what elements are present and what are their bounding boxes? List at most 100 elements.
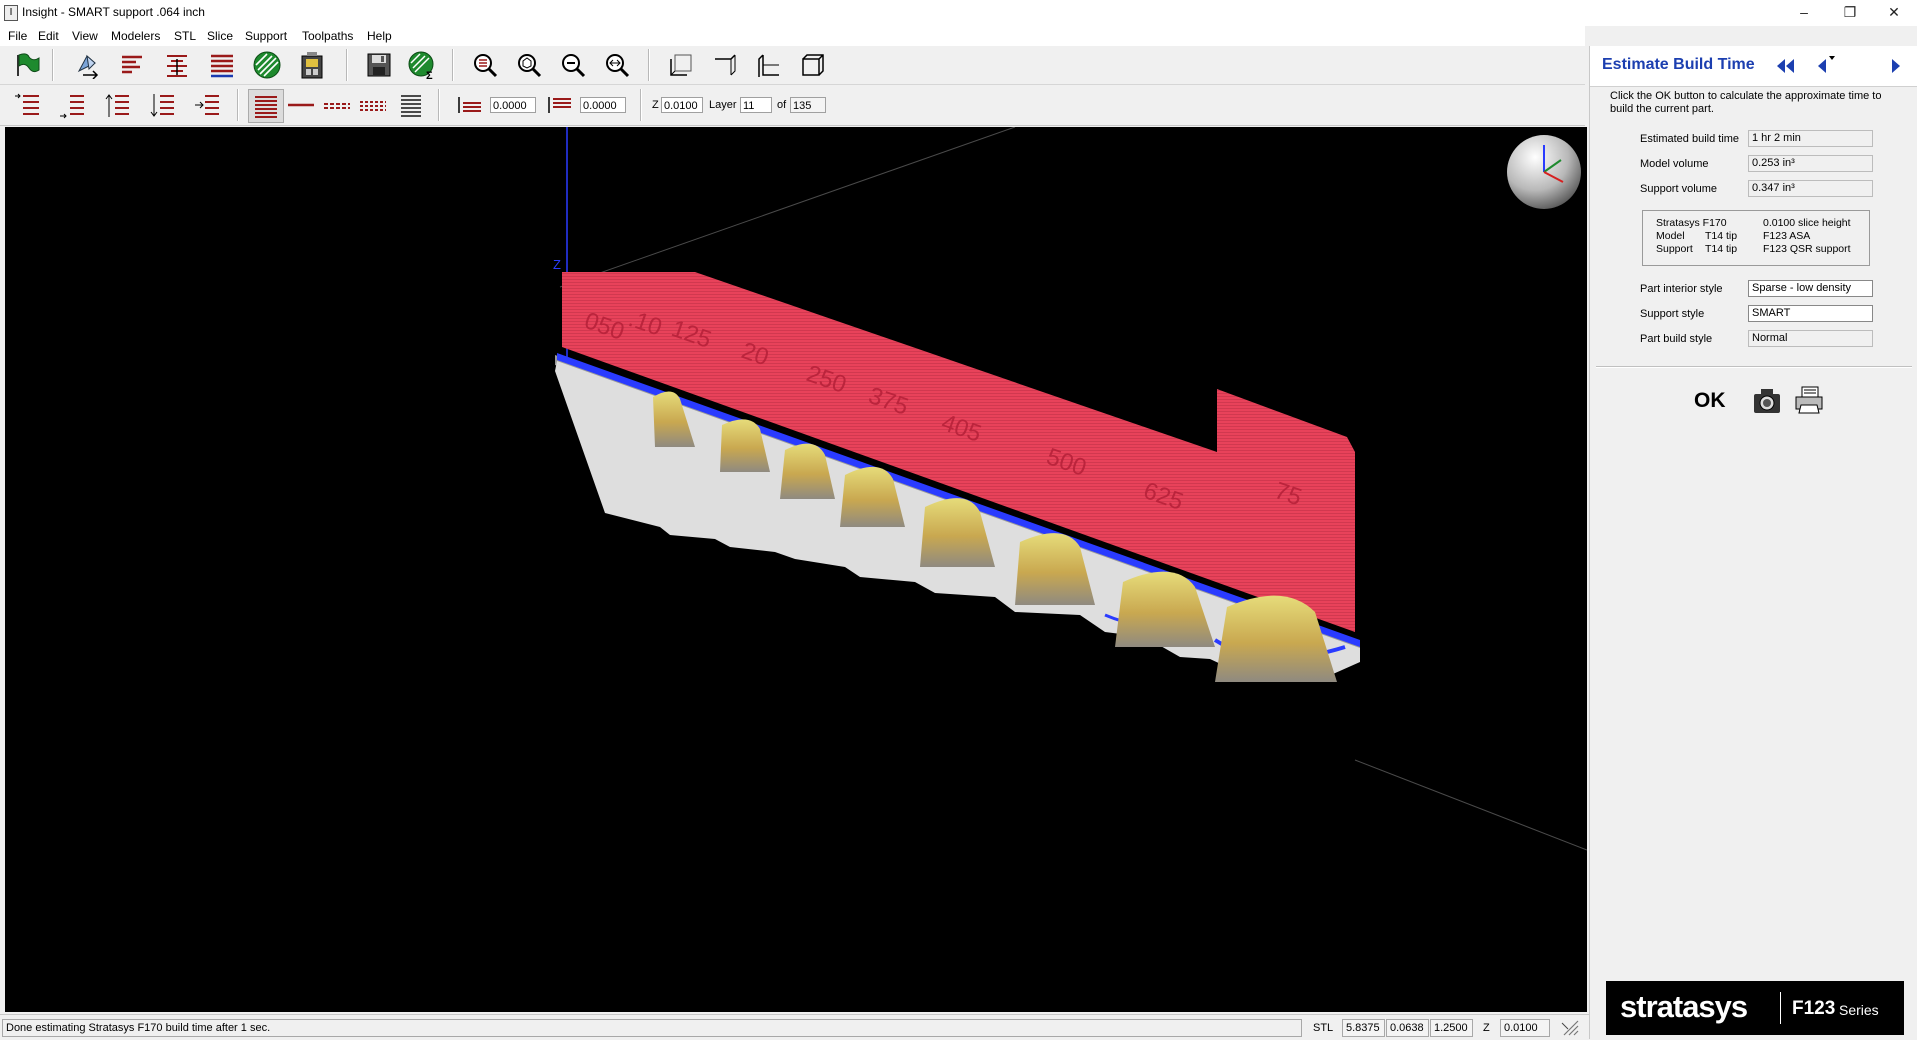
forward-icon[interactable] bbox=[1882, 54, 1908, 78]
minimize-button[interactable]: – bbox=[1781, 0, 1827, 26]
camera-icon[interactable] bbox=[1750, 383, 1784, 417]
offset-b-field[interactable]: 0.0000 bbox=[580, 97, 626, 113]
status-bar: Done estimating Stratasys F170 build tim… bbox=[0, 1014, 1589, 1040]
view-front-icon[interactable] bbox=[664, 49, 698, 81]
slice-curves-icon[interactable] bbox=[115, 49, 149, 81]
3d-viewport[interactable]: Z 050 .10 125 20 250 375 405 500 625 75 bbox=[5, 127, 1587, 1012]
toolpaths-icon[interactable] bbox=[205, 49, 239, 81]
show-layer-below-icon[interactable] bbox=[356, 89, 390, 121]
status-message: Done estimating Stratasys F170 build tim… bbox=[2, 1019, 1302, 1037]
size-z-field: 1.2500 bbox=[1430, 1019, 1473, 1037]
panel-header: Estimate Build Time bbox=[1590, 46, 1917, 87]
printer-pack-icon[interactable] bbox=[295, 49, 329, 81]
window-title: Insight - SMART support .064 inch bbox=[22, 5, 205, 19]
toolbar-separator bbox=[346, 49, 348, 81]
menu-file[interactable]: File bbox=[8, 29, 27, 43]
model-tip: T14 tip bbox=[1705, 230, 1738, 242]
resize-grip-icon[interactable] bbox=[1560, 1019, 1580, 1037]
support-label: Support bbox=[1656, 243, 1693, 255]
offset-a-field[interactable]: 0.0000 bbox=[490, 97, 536, 113]
menu-support[interactable]: Support bbox=[245, 29, 287, 43]
estimated-build-time-field: 1 hr 2 min bbox=[1748, 130, 1873, 147]
layer-label: Layer bbox=[709, 99, 737, 111]
x-axis-line bbox=[1354, 759, 1587, 851]
generate-toolpaths-icon[interactable] bbox=[250, 49, 284, 81]
layer-down-icon[interactable] bbox=[145, 89, 179, 121]
layer-toolbar: 0.0000 0.0000 Z 0.0100 Layer 11 of 135 bbox=[0, 85, 1585, 126]
model-label: Model bbox=[1656, 230, 1685, 242]
ok-button[interactable]: OK bbox=[1694, 389, 1726, 413]
of-label: of bbox=[777, 99, 787, 111]
slice-height: 0.0100 slice height bbox=[1763, 217, 1851, 229]
panel-title: Estimate Build Time bbox=[1602, 56, 1755, 73]
show-all-layers-icon[interactable] bbox=[248, 89, 284, 123]
part-interior-style-label: Part interior style bbox=[1640, 283, 1723, 295]
pan-icon[interactable] bbox=[600, 49, 634, 81]
svg-text:Σ: Σ bbox=[426, 70, 433, 81]
y-axis-line bbox=[559, 127, 1016, 288]
orient-part-icon[interactable] bbox=[70, 49, 104, 81]
menu-toolpaths[interactable]: Toolpaths bbox=[302, 29, 353, 43]
logo-brand: stratasys bbox=[1620, 989, 1748, 1024]
logo-series: Series bbox=[1839, 1002, 1879, 1018]
menu-help[interactable]: Help bbox=[367, 29, 392, 43]
support-material: F123 QSR support bbox=[1763, 243, 1851, 255]
zoom-in-icon[interactable] bbox=[468, 49, 502, 81]
menu-modelers[interactable]: Modelers bbox=[111, 29, 160, 43]
menu-stl[interactable]: STL bbox=[174, 29, 196, 43]
layer-up-icon[interactable] bbox=[100, 89, 134, 121]
status-z-field: 0.0100 bbox=[1500, 1019, 1550, 1037]
model-volume-label: Model volume bbox=[1640, 158, 1709, 170]
zoom-fit-icon[interactable] bbox=[512, 49, 546, 81]
panel-divider bbox=[1596, 366, 1912, 368]
support-curves-icon[interactable] bbox=[160, 49, 194, 81]
save-icon[interactable] bbox=[362, 49, 396, 81]
toolbar-separator bbox=[237, 89, 239, 121]
back-icon[interactable] bbox=[1810, 54, 1836, 78]
estimate-time-icon[interactable]: Σ bbox=[405, 49, 439, 81]
layer-first-icon[interactable] bbox=[10, 89, 44, 121]
support-style-field: SMART bbox=[1748, 305, 1873, 322]
title-bar: I Insight - SMART support .064 inch – ❐ … bbox=[0, 0, 1917, 26]
support-style-label: Support style bbox=[1640, 308, 1705, 320]
print-icon[interactable] bbox=[1792, 383, 1826, 417]
estimate-panel: Estimate Build Time Click the OK button … bbox=[1589, 46, 1917, 1039]
restore-button[interactable]: ❐ bbox=[1827, 0, 1873, 26]
flag-icon[interactable] bbox=[10, 49, 44, 81]
z-axis-label: Z bbox=[553, 257, 561, 272]
menu-bar: File Edit View Modelers STL Slice Suppor… bbox=[0, 26, 1585, 46]
layer-number-field[interactable]: 11 bbox=[740, 97, 772, 113]
estimated-build-time-label: Estimated build time bbox=[1640, 133, 1740, 145]
menu-slice[interactable]: Slice bbox=[207, 29, 233, 43]
orientation-sphere-icon[interactable] bbox=[1507, 135, 1581, 209]
support-volume-field: 0.347 in³ bbox=[1748, 180, 1873, 197]
part-build-style-label: Part build style bbox=[1640, 333, 1713, 345]
layer-goto-icon[interactable] bbox=[190, 89, 224, 121]
show-single-layer-icon[interactable] bbox=[284, 89, 318, 121]
back-to-start-icon[interactable] bbox=[1772, 54, 1798, 78]
view-side-icon[interactable] bbox=[752, 49, 786, 81]
toolbar-separator bbox=[452, 49, 454, 81]
model-material: F123 ASA bbox=[1763, 230, 1811, 242]
toolbar-separator bbox=[648, 49, 650, 81]
size-x-field: 5.8375 bbox=[1342, 1019, 1385, 1037]
z-label: Z bbox=[652, 99, 659, 111]
logo-divider bbox=[1780, 992, 1781, 1024]
view-top-icon[interactable] bbox=[708, 49, 742, 81]
menu-view[interactable]: View bbox=[72, 29, 98, 43]
toolbar-separator bbox=[640, 89, 642, 121]
part-interior-style-field: Sparse - low density bbox=[1748, 280, 1873, 297]
part-render: Z 050 .10 125 20 250 375 405 500 625 75 bbox=[553, 127, 1587, 851]
view-iso-icon[interactable] bbox=[796, 49, 830, 81]
stl-label: STL bbox=[1313, 1022, 1334, 1034]
show-layers-dense-icon[interactable] bbox=[394, 89, 428, 121]
toolbar-separator bbox=[52, 49, 54, 81]
close-button[interactable]: ✕ bbox=[1871, 0, 1917, 26]
z-height-field[interactable]: 0.0100 bbox=[661, 97, 703, 113]
layer-last-icon[interactable] bbox=[55, 89, 89, 121]
zoom-out-icon[interactable] bbox=[556, 49, 590, 81]
menu-edit[interactable]: Edit bbox=[38, 29, 59, 43]
offset-b-icon bbox=[542, 89, 576, 121]
part-build-style-field: Normal bbox=[1748, 330, 1873, 347]
show-layer-range-icon[interactable] bbox=[320, 89, 354, 121]
